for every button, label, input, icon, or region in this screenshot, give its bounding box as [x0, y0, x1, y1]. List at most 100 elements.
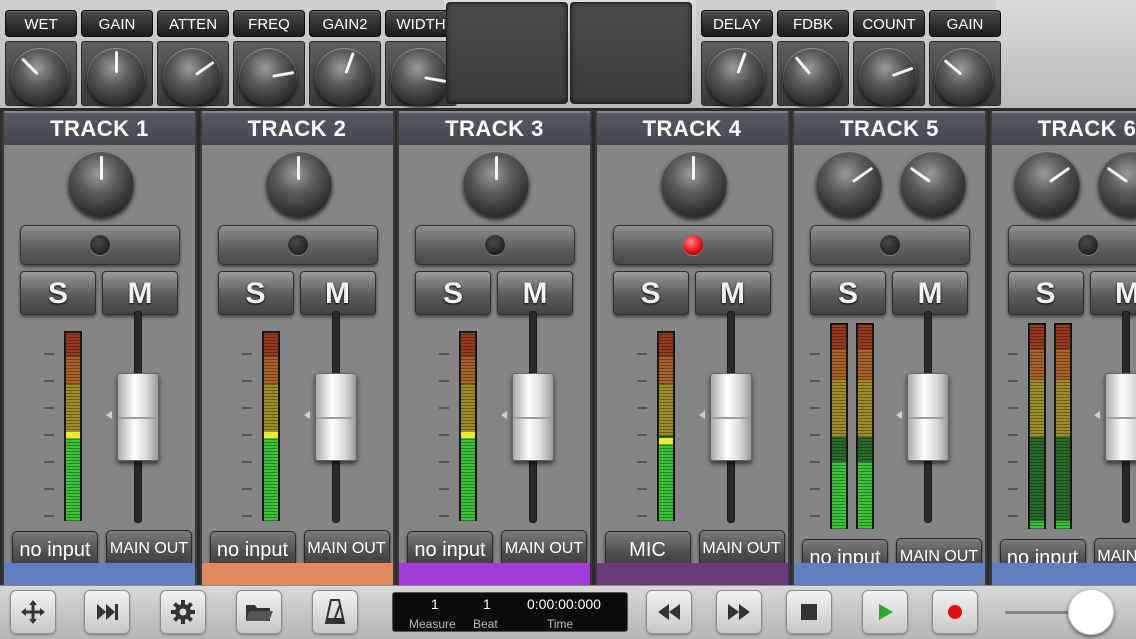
solo-button[interactable]: S — [1007, 271, 1084, 315]
solo-button[interactable]: S — [20, 271, 96, 315]
scale-tick — [439, 515, 449, 517]
meter-segment — [658, 333, 673, 356]
meter-segment — [66, 333, 80, 356]
fx_right-cell-0: DELAY — [700, 8, 774, 106]
meter-segment — [66, 355, 80, 384]
track-strip-3: TRACK 3 S Mno input MAIN OUT — [397, 111, 592, 585]
volume-fader[interactable] — [117, 372, 159, 461]
scale-tick — [1007, 434, 1018, 436]
fx_right-knob[interactable] — [707, 48, 765, 106]
fx_left-knob[interactable] — [163, 48, 221, 106]
measure-label: Measure — [409, 617, 456, 631]
fx_left-label: FREQ — [233, 10, 305, 37]
record-arm-button[interactable] — [217, 225, 378, 265]
meter-level-fill — [461, 436, 475, 521]
track-strip-2: TRACK 2 S Mno input MAIN OUT — [199, 111, 395, 585]
fx_left-label: WET — [5, 10, 77, 37]
fx_left-knob[interactable] — [239, 48, 297, 106]
fx_left-knob[interactable] — [315, 48, 373, 106]
meter-segment — [263, 383, 278, 437]
record-arm-button[interactable] — [1007, 225, 1136, 265]
scale-tick — [1007, 407, 1018, 409]
play-button[interactable] — [862, 590, 908, 634]
mute-button[interactable]: M — [299, 271, 376, 315]
mute-button[interactable]: M — [497, 271, 573, 315]
record-arm-button[interactable] — [612, 225, 773, 265]
transport-bar: 1 1 0:00:00:000 Measure Beat Time — [0, 585, 1136, 639]
beat-value: 1 — [483, 596, 491, 612]
fx_left-knob[interactable] — [11, 48, 69, 106]
fast-forward-button[interactable] — [716, 590, 762, 634]
xy-pad-left[interactable] — [446, 2, 568, 104]
meter-segment — [832, 325, 846, 350]
fader-position-arrow — [303, 410, 310, 419]
fader-scale — [439, 353, 449, 523]
fx_right-knob[interactable] — [935, 48, 993, 106]
pan-knob[interactable] — [68, 151, 134, 217]
solo-button[interactable]: S — [217, 271, 294, 315]
scale-tick — [439, 461, 449, 463]
volume-fader[interactable] — [314, 372, 357, 461]
rewind-button[interactable] — [646, 590, 692, 634]
scale-tick — [1007, 461, 1018, 463]
xy-pad-right[interactable] — [570, 2, 692, 104]
scale-tick — [241, 353, 252, 355]
scale-tick — [1007, 380, 1018, 382]
fast-forward-to-end-button[interactable] — [84, 590, 130, 634]
pan-knob[interactable] — [463, 151, 529, 217]
pan-knob[interactable] — [660, 151, 727, 217]
move-button[interactable] — [10, 590, 56, 634]
pan-knob-left[interactable] — [816, 151, 882, 217]
solo-button[interactable]: S — [415, 271, 491, 315]
mute-button[interactable]: M — [1089, 271, 1136, 315]
beat-label: Beat — [473, 617, 498, 631]
volume-fader[interactable] — [512, 372, 554, 461]
fx_left-label: GAIN — [81, 10, 153, 37]
fx_left-cell-4: GAIN2 — [308, 8, 382, 106]
pan-knob[interactable] — [265, 151, 332, 217]
solo-button[interactable]: S — [612, 271, 689, 315]
rewind-icon — [658, 604, 680, 620]
meter-peak-indicator — [66, 432, 80, 439]
meter-level-fill — [1055, 520, 1070, 529]
settings-button[interactable] — [160, 590, 206, 634]
mute-button[interactable]: M — [102, 271, 178, 315]
fx_left-knob[interactable] — [391, 48, 449, 106]
volume-fader[interactable] — [1104, 372, 1136, 461]
scale-tick — [636, 434, 647, 436]
fx_right-knob[interactable] — [859, 48, 917, 106]
fx_right-cell-2: COUNT — [852, 8, 926, 106]
scale-tick — [241, 461, 252, 463]
open-folder-button[interactable] — [236, 590, 282, 634]
stop-button[interactable] — [786, 590, 832, 634]
fx_left-knob[interactable] — [87, 48, 145, 106]
fx_left-cell-0: WET — [4, 8, 78, 106]
volume-fader[interactable] — [709, 372, 752, 461]
scale-tick — [810, 461, 820, 463]
track-title: TRACK 6 — [991, 113, 1136, 145]
record-arm-button[interactable] — [415, 225, 575, 265]
mute-button[interactable]: M — [694, 271, 771, 315]
record-button[interactable] — [932, 590, 978, 634]
scale-tick — [439, 407, 449, 409]
record-arm-button[interactable] — [20, 225, 180, 265]
track-color-strip — [794, 563, 985, 585]
pan-knob-right[interactable] — [900, 151, 966, 217]
level-meter — [261, 331, 280, 521]
scale-tick — [439, 434, 449, 436]
scale-tick — [44, 380, 54, 382]
volume-fader[interactable] — [907, 372, 949, 461]
record-arm-led — [682, 235, 703, 255]
fx_right-cell-3: GAIN — [928, 8, 1002, 106]
volume-slider-thumb[interactable] — [1067, 589, 1114, 635]
metronome-button[interactable] — [312, 590, 358, 634]
solo-button[interactable]: S — [810, 271, 886, 315]
meter-segment — [832, 380, 846, 438]
fader-scale — [1007, 353, 1018, 523]
pan-knob-right[interactable] — [1097, 151, 1136, 217]
meter-level-fill — [832, 461, 846, 529]
mute-button[interactable]: M — [892, 271, 968, 315]
pan-knob-left[interactable] — [1013, 151, 1080, 217]
fx_right-knob[interactable] — [783, 48, 841, 106]
record-arm-button[interactable] — [810, 225, 970, 265]
